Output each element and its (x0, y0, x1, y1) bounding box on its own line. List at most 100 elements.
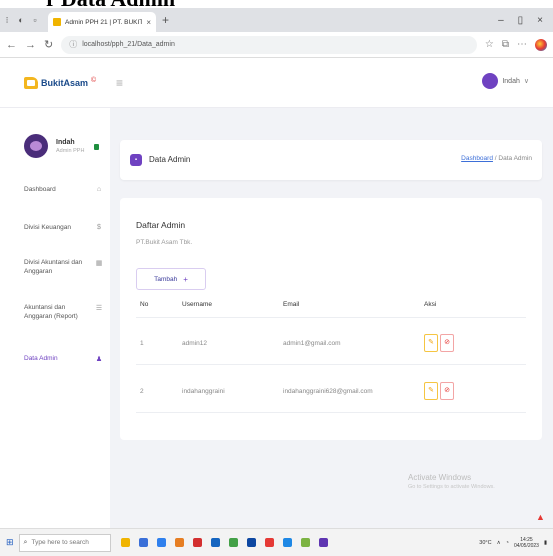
windows-start-icon[interactable]: ⊞ (6, 537, 14, 548)
teams-app-icon[interactable] (318, 538, 328, 547)
search-placeholder: Type here to search (31, 539, 89, 546)
column-header-no: No (140, 301, 149, 308)
sidebar: Indah Admin PPH Dashboard ⌂ Divisi Keuan… (0, 108, 110, 528)
weather-text[interactable]: 30°C (479, 540, 491, 546)
chevron-down-icon: ∨ (523, 78, 529, 85)
users-icon: ♟ (95, 356, 103, 363)
sidebar-item-label: Dashboard (24, 186, 56, 193)
row-no: 1 (140, 340, 144, 347)
task-view-app-icon[interactable] (138, 538, 148, 547)
menu-toggle-icon[interactable]: ≡ (116, 76, 123, 90)
browser-profile-icon[interactable] (535, 38, 547, 51)
close-window-icon[interactable]: × (537, 15, 543, 26)
chrome-app-icon[interactable] (264, 538, 274, 547)
favicon-icon (53, 18, 61, 26)
tab-search-icon[interactable]: ▫ (28, 15, 42, 25)
sidebar-item-divisi-keuangan[interactable]: Divisi Keuangan $ (24, 224, 104, 233)
edit-pencil-icon[interactable]: ✎ (424, 334, 438, 352)
admin-list-card: Daftar Admin PT.Bukit Asam Tbk. Tambah +… (120, 198, 542, 440)
collections-icon[interactable]: ⧉ (502, 39, 509, 50)
home-icon: ⌂ (96, 186, 102, 193)
sidebar-item-report[interactable]: Akuntansi dan Anggaran (Report) ☰ (24, 304, 104, 321)
browser-tab[interactable]: Admin PPH 21 | PT. BUKIT ASAM × (48, 12, 156, 32)
maximize-icon[interactable]: ▯ (518, 15, 524, 26)
table-row: 1 admin12 admin1@gmail.com ✎ ⊘ (136, 330, 526, 358)
url-input[interactable]: ⓘ localhost/pph_21/Data_admin (61, 35, 477, 54)
tab-actions-icon[interactable]: ⁝ (0, 15, 14, 26)
app-area: BukitAsam © ≡ Indah ∨ Indah Admin PPH Da… (0, 58, 553, 528)
code-app-icon[interactable] (300, 538, 310, 547)
profile-avatar (24, 134, 48, 158)
brand-logo[interactable]: BukitAsam © (24, 77, 96, 89)
clock-date: 04/05/2023 (513, 542, 539, 549)
grid-icon: ▦ (95, 260, 103, 267)
sidebar-item-label: Akuntansi dan Anggaran (Report) (24, 304, 78, 320)
tab-close-icon[interactable]: × (146, 18, 151, 27)
warning-icon[interactable]: ▲ (536, 512, 545, 522)
table-divider (136, 364, 526, 365)
row-actions: ✎ ⊘ (424, 334, 454, 352)
online-status-icon (94, 144, 99, 150)
favorites-star-icon[interactable]: ☆ (485, 39, 494, 50)
excel-app-icon[interactable] (228, 538, 238, 547)
site-info-icon[interactable]: ⓘ (69, 39, 77, 50)
breadcrumb-current: Data Admin (498, 155, 532, 162)
money-icon: $ (97, 224, 101, 231)
taskbar-search-input[interactable]: ⌕ Type here to search (18, 533, 111, 552)
sidebar-item-divisi-akuntansi[interactable]: Divisi Akuntansi dan Anggaran ▦ (24, 259, 104, 276)
store-app-icon[interactable] (156, 538, 166, 547)
refresh-icon[interactable]: ↻ (44, 38, 53, 51)
back-icon[interactable]: ← (6, 39, 17, 51)
network-icon[interactable]: ◔ (506, 540, 509, 546)
word-app-icon[interactable] (246, 538, 256, 547)
breadcrumb-separator: / (494, 155, 497, 162)
taskbar-clock[interactable]: 14:25 04/05/2023 (514, 537, 539, 549)
card-title: Daftar Admin (136, 220, 186, 230)
system-tray: 30°C ∧ ◔ 14:25 04/05/2023 ▮ (479, 537, 547, 549)
main-content: ▪ Data Admin Dashboard / Data Admin Daft… (110, 108, 553, 528)
forward-icon[interactable]: → (25, 39, 36, 51)
screen: r Data Admin ⁝ ◐ ▫ Admin PPH 21 | PT. BU… (0, 0, 553, 556)
address-bar: ← → ↻ ⓘ localhost/pph_21/Data_admin ☆ ⧉ … (0, 32, 553, 58)
tab-title: Admin PPH 21 | PT. BUKIT ASAM (65, 18, 143, 26)
table-divider (136, 412, 526, 413)
edit-pencil-icon[interactable]: ✎ (424, 382, 438, 400)
new-tab-icon[interactable]: + (162, 13, 169, 27)
browser-app-icon[interactable] (282, 538, 292, 547)
column-header-aksi: Aksi (424, 301, 437, 308)
window-controls: – ▯ × (498, 15, 553, 26)
column-header-email: Email (283, 301, 300, 308)
windows-taskbar: ⊞ ⌕ Type here to search 30°C ∧ ◔ 14:25 0… (0, 528, 553, 556)
sidebar-item-label: Data Admin (24, 355, 58, 362)
sidebar-item-dashboard[interactable]: Dashboard ⌂ (24, 186, 104, 195)
row-actions: ✎ ⊘ (424, 382, 454, 400)
page-title-icon: ▪ (130, 154, 142, 166)
workspace-icon[interactable]: ◐ (14, 15, 28, 25)
delete-icon[interactable]: ⊘ (440, 334, 454, 352)
breadcrumb-link-dashboard[interactable]: Dashboard (461, 155, 493, 162)
taskbar-apps (120, 538, 328, 547)
sidebar-item-data-admin[interactable]: Data Admin ♟ (24, 355, 104, 364)
row-email: indahanggraini628@gmail.com (283, 388, 373, 395)
media-app-icon[interactable] (192, 538, 202, 547)
notifications-icon[interactable]: ▮ (544, 540, 547, 546)
user-avatar (482, 73, 499, 89)
tray-expand-icon[interactable]: ∧ (497, 540, 501, 546)
user-menu[interactable]: Indah ∨ (482, 73, 529, 89)
breadcrumb: Dashboard / Data Admin (461, 155, 532, 162)
card-subtitle: PT.Bukit Asam Tbk. (136, 239, 193, 246)
watermark-subtitle: Go to Settings to activate Windows. (408, 484, 495, 490)
add-admin-button[interactable]: Tambah + (136, 268, 206, 290)
sidebar-profile: Indah Admin PPH (24, 134, 84, 158)
profile-role: Admin PPH (56, 147, 85, 154)
delete-icon[interactable]: ⊘ (440, 382, 454, 400)
folder-app-icon[interactable] (174, 538, 184, 547)
widgets-app-icon[interactable] (120, 538, 130, 547)
minimize-icon[interactable]: – (498, 15, 504, 26)
edge-app-icon[interactable] (210, 538, 220, 547)
sidebar-item-label: Divisi Akuntansi dan Anggaran (24, 259, 83, 275)
windows-activation-watermark: Activate Windows Go to Settings to activ… (408, 473, 495, 490)
extensions-icon[interactable]: ⋯ (517, 39, 527, 50)
row-no: 2 (140, 388, 144, 395)
add-button-label: Tambah (154, 275, 178, 283)
